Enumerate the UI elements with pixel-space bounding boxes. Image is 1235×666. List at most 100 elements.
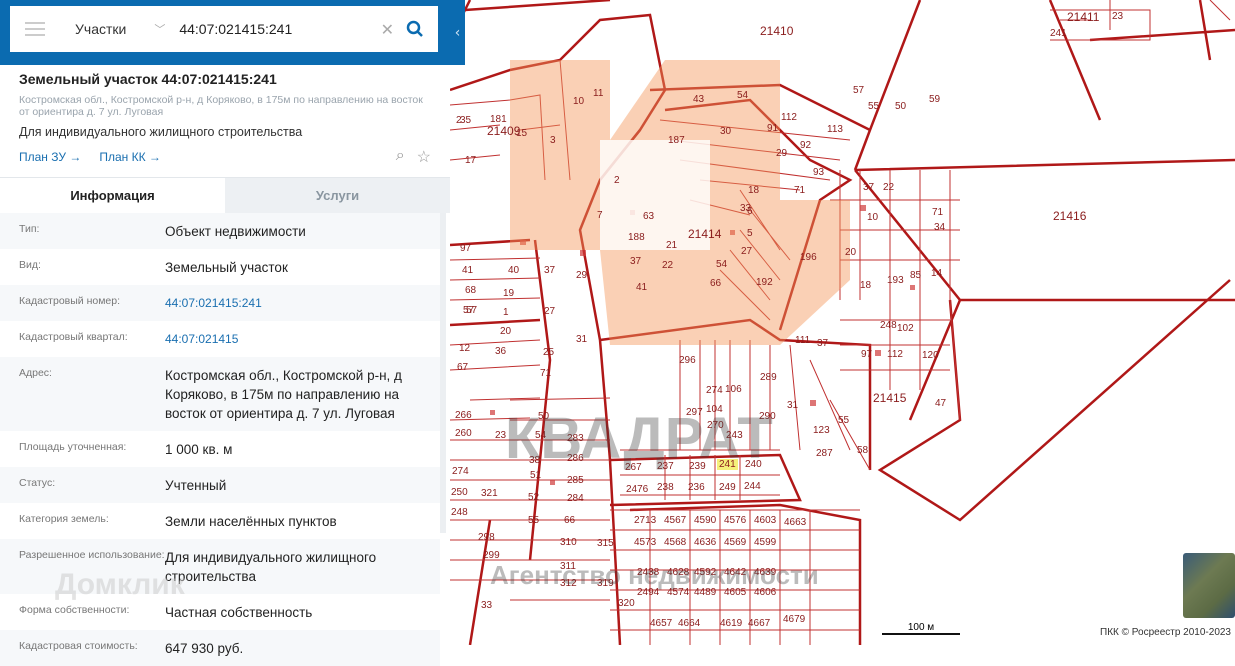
parcel-label[interactable]: 25	[543, 347, 554, 358]
parcel-label[interactable]: 274	[452, 466, 469, 477]
parcel-label[interactable]: 11	[593, 88, 603, 99]
parcel-label[interactable]: 244	[744, 481, 761, 492]
parcel-label[interactable]: 37	[817, 338, 828, 349]
parcel-label[interactable]: 4636	[694, 537, 716, 548]
parcel-label[interactable]: 4569	[724, 537, 746, 548]
search-in-doc-icon[interactable]: ⌕	[396, 147, 405, 167]
parcel-label[interactable]: 4603	[754, 515, 776, 526]
parcel-label[interactable]: 296	[679, 355, 696, 366]
collapse-panel-button[interactable]: ‹	[450, 0, 465, 65]
parcel-label[interactable]: 85	[910, 270, 921, 281]
parcel-label[interactable]: 22	[883, 182, 894, 193]
parcel-label[interactable]: 238	[657, 482, 674, 493]
parcel-label[interactable]: 196	[800, 252, 817, 263]
parcel-label[interactable]: 29	[576, 270, 587, 281]
tab-info[interactable]: Информация	[0, 178, 225, 213]
parcel-label[interactable]: 192	[756, 277, 773, 288]
parcel-label[interactable]: 10	[867, 212, 878, 223]
parcel-label[interactable]: 34	[934, 222, 945, 233]
parcel-label[interactable]: 102	[897, 323, 914, 334]
parcel-label[interactable]: 4667	[748, 618, 770, 629]
parcel-label[interactable]: 31	[576, 334, 587, 345]
info-value[interactable]: 44:07:021415:241	[165, 294, 440, 313]
parcel-label[interactable]: 93	[813, 167, 824, 178]
parcel-label[interactable]: 120	[922, 350, 939, 361]
parcel-label[interactable]: 27	[741, 246, 752, 257]
parcel-label[interactable]: 37	[863, 182, 874, 193]
parcel-label[interactable]: 4679	[783, 614, 805, 625]
parcel-label[interactable]: 1	[503, 307, 509, 318]
menu-icon[interactable]	[25, 22, 45, 36]
parcel-label[interactable]: 57	[853, 85, 864, 96]
parcel-label[interactable]: 274	[706, 385, 723, 396]
parcel-label[interactable]: 4599	[754, 537, 776, 548]
plan-kk-link[interactable]: План КК →	[99, 150, 161, 164]
parcel-label[interactable]: 298	[478, 532, 495, 543]
parcel-label[interactable]: 55	[868, 101, 879, 112]
parcel-label[interactable]: 23	[1112, 11, 1123, 22]
parcel-label[interactable]: 188	[628, 232, 645, 243]
parcel-label[interactable]: 91	[767, 123, 778, 134]
parcel-label[interactable]: 21	[666, 240, 677, 251]
parcel-label[interactable]: 12	[459, 343, 470, 354]
parcel-label[interactable]: 92	[800, 140, 811, 151]
parcel-label[interactable]: 17	[465, 155, 476, 166]
parcel-label[interactable]: 18	[860, 280, 871, 291]
parcel-label[interactable]: 113	[827, 124, 843, 135]
parcel-label[interactable]: 250	[451, 487, 468, 498]
parcel-label[interactable]: 321	[481, 488, 498, 499]
parcel-label[interactable]: 66	[564, 515, 575, 526]
parcel-label[interactable]: 193	[887, 275, 904, 286]
parcel-label[interactable]: 37	[630, 256, 641, 267]
search-icon[interactable]	[406, 20, 424, 38]
parcel-label[interactable]: 236	[688, 482, 705, 493]
parcel-label[interactable]: 18	[748, 185, 759, 196]
parcel-label[interactable]: 2713	[634, 515, 656, 526]
parcel-label[interactable]: 4567	[664, 515, 686, 526]
parcel-label[interactable]: 6	[747, 206, 753, 217]
parcel-label[interactable]: 284	[567, 493, 584, 504]
cadastral-map[interactable]: 21410 21409 21411 21416 21414 21415 43 54…	[450, 0, 1235, 645]
parcel-label[interactable]: 29	[776, 148, 787, 159]
parcel-label[interactable]: 249	[719, 482, 736, 493]
parcel-label[interactable]: 67	[457, 362, 468, 373]
parcel-label[interactable]: 97	[861, 349, 872, 360]
search-input[interactable]: 44:07:021415:241	[179, 21, 380, 37]
satellite-layer-toggle[interactable]	[1183, 553, 1235, 618]
parcel-label[interactable]: 50	[895, 101, 906, 112]
parcel-label[interactable]: 47	[935, 398, 946, 409]
plan-zu-link[interactable]: План ЗУ →	[19, 150, 81, 164]
clear-icon[interactable]: ✕	[381, 20, 394, 39]
parcel-label[interactable]: 10	[573, 96, 584, 107]
parcel-label[interactable]: 54	[716, 259, 727, 270]
parcel-label[interactable]: 41	[636, 282, 647, 293]
parcel-label[interactable]: 320	[618, 598, 635, 609]
parcel-label[interactable]: 59	[929, 94, 940, 105]
parcel-label[interactable]: 310	[560, 537, 577, 548]
parcel-label[interactable]: 266	[455, 410, 472, 421]
star-icon[interactable]: ☆	[417, 147, 431, 167]
scrollbar[interactable]	[440, 213, 446, 533]
parcel-label[interactable]: 55	[838, 415, 849, 426]
parcel-label[interactable]: 112	[887, 349, 903, 360]
parcel-label[interactable]: 71	[932, 207, 943, 218]
parcel-label[interactable]: 20	[500, 326, 511, 337]
parcel-label[interactable]: 2476	[626, 484, 648, 495]
chevron-down-icon[interactable]: ﹀	[154, 21, 165, 37]
parcel-label[interactable]: 41	[462, 265, 473, 276]
parcel-label[interactable]: 123	[813, 425, 830, 436]
parcel-label[interactable]: 285	[567, 475, 584, 486]
parcel-label[interactable]: 106	[725, 384, 742, 395]
parcel-label[interactable]: 112	[781, 112, 797, 123]
parcel-label[interactable]: 4590	[694, 515, 716, 526]
parcel-label[interactable]: 55	[528, 515, 539, 526]
parcel-label[interactable]: 71	[540, 368, 551, 379]
parcel-label[interactable]: 2	[456, 115, 462, 126]
parcel-label[interactable]: 111	[795, 335, 810, 346]
parcel-label[interactable]: 27	[544, 306, 555, 317]
parcel-label[interactable]: 2	[614, 175, 620, 186]
parcel-label[interactable]: 58	[857, 445, 868, 456]
parcel-label[interactable]: 3	[550, 135, 556, 146]
parcel-label[interactable]: 287	[816, 448, 833, 459]
parcel-label[interactable]: 54	[737, 90, 748, 101]
